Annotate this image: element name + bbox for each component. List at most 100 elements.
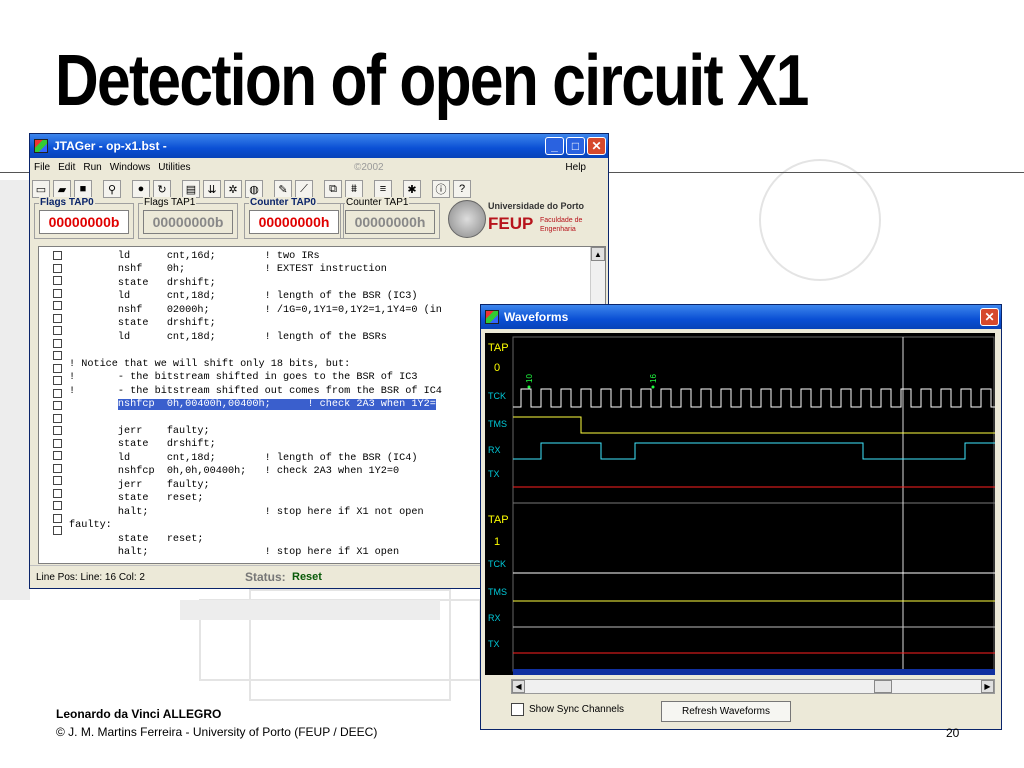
marker-label: 10 [525,374,534,383]
code-line[interactable]: nshfcp 0h,00400h,00400h; ! check 2A3 whe… [69,398,442,411]
breakpoint-checkbox[interactable] [53,301,62,310]
highlighted-code[interactable]: nshfcp 0h,00400h,00400h; ! check 2A3 whe… [117,398,436,410]
code-line[interactable] [69,411,442,424]
plot-border [512,336,995,672]
breakpoint-checkbox[interactable] [53,276,62,285]
breakpoint-checkbox[interactable] [53,351,62,360]
binary-icon[interactable]: ≡ [374,180,392,198]
signal-label-rx-tap0: RX [488,445,501,455]
minimize-button[interactable]: _ [545,137,564,155]
breakpoint-checkbox[interactable] [53,526,62,535]
code-line[interactable]: ! Notice that we will shift only 18 bits… [69,358,442,371]
breakpoint-checkbox[interactable] [53,513,62,523]
code-line[interactable]: state reset; [69,492,442,505]
scroll-up-icon[interactable]: ▲ [591,247,605,261]
code-line[interactable]: ld cnt,18d; ! length of the BSR (IC3) [69,290,442,303]
save-icon[interactable]: ■ [74,180,92,198]
analyzer-icon[interactable]: ⧉ [324,180,342,198]
breakpoint-checkbox[interactable] [53,338,62,348]
code-line[interactable]: halt; ! stop here if X1 open [69,546,442,559]
code-line[interactable]: ! - the bitstream shifted in goes to the… [69,371,442,384]
breakpoint-checkbox[interactable] [53,388,62,398]
scroll-left-icon[interactable]: ◀ [512,680,525,693]
open-folder-icon[interactable]: ▰ [53,180,71,198]
info-icon[interactable]: ⓘ [432,180,450,198]
reload-icon[interactable]: ↻ [153,180,171,198]
step-icon[interactable]: ⇊ [203,180,221,198]
new-icon[interactable]: ▭ [32,180,50,198]
breakpoint-checkbox[interactable] [53,488,62,498]
breakpoint-checkbox[interactable] [53,326,62,335]
breakpoint-checkbox[interactable] [53,463,62,473]
code-line[interactable]: ld cnt,18d; ! length of the BSR (IC4) [69,452,442,465]
bug-icon[interactable]: ✱ [403,180,421,198]
breakpoint-checkbox[interactable] [53,413,62,423]
scroll-right-icon[interactable]: ▶ [981,680,994,693]
menu-file[interactable]: File [34,162,50,173]
maximize-button[interactable]: □ [566,137,585,155]
flags-tap1-group: Flags TAP1 00000000b [138,197,238,239]
find-icon[interactable]: ⚲ [103,180,121,198]
debug-icon[interactable]: ✲ [224,180,242,198]
waveform-hscrollbar[interactable]: ◀ ▶ [511,679,995,694]
help-icon[interactable]: ? [453,180,471,198]
waveform-display[interactable]: TAP 0 TAP 1 TCK TCK TMS TMS RX RX TX TX 10 16 [485,333,995,675]
code-line[interactable]: ld cnt,18d; ! length of the BSRs [69,331,442,344]
breakpoint-checkbox[interactable] [53,438,62,448]
breakpoint-checkbox[interactable] [53,263,62,273]
code-line[interactable]: nshf 02000h; ! /1G=0,1Y1=0,1Y2=1,1Y4=0 (… [69,304,442,317]
pencil-icon[interactable]: ✎ [274,180,292,198]
breakpoint-checkbox[interactable] [53,313,62,323]
code-line[interactable]: nshfcp 0h,0h,00400h; ! check 2A3 when 1Y… [69,465,442,478]
code-line[interactable]: faulty: [69,519,442,532]
refresh-waveforms-button[interactable]: Refresh Waveforms [661,701,791,722]
code-line[interactable]: state drshift; [69,438,442,451]
breakpoint-checkbox[interactable] [53,401,62,410]
menu-utilities[interactable]: Utilities [158,162,190,173]
code-line[interactable]: state reset; [69,533,442,546]
code-line[interactable]: jerr faulty; [69,479,442,492]
code-line[interactable]: jerr faulty; [69,425,442,438]
probe-icon[interactable]: ⟋ [295,180,313,198]
menu-windows[interactable]: Windows [110,162,151,173]
show-sync-checkbox[interactable]: Show Sync Channels [511,703,624,716]
code-line[interactable]: halt; ! stop here if X1 not open [69,506,442,519]
tap0-label: TAP [488,342,509,354]
code-line[interactable] [69,344,442,357]
logo-university: Universidade do Porto [488,201,585,211]
waveforms-icon[interactable]: ⩩ [345,180,363,198]
load-icon[interactable]: ▤ [182,180,200,198]
breakpoint-checkbox[interactable] [53,451,62,460]
run-icon[interactable]: ● [132,180,150,198]
breakpoint-checkbox[interactable] [53,501,62,510]
breakpoint-checkbox[interactable] [53,251,62,260]
code-line[interactable]: nshf 0h; ! EXTEST instruction [69,263,442,276]
waveforms-close-button[interactable]: ✕ [980,308,999,326]
waveforms-titlebar[interactable]: Waveforms ✕ [481,305,1001,329]
tap1-number: 1 [494,536,500,548]
menu-edit[interactable]: Edit [58,162,75,173]
menu-copyright: ©2002 [354,161,384,173]
breakpoint-checkbox[interactable] [53,288,62,298]
scroll-thumb[interactable] [874,680,892,693]
code-line[interactable]: ld cnt,16d; ! two IRs [69,250,442,263]
menu-run[interactable]: Run [83,162,101,173]
code-line[interactable]: state drshift; [69,317,442,330]
code-lines[interactable]: ld cnt,16d; ! two IRs nshf 0h; ! EXTEST … [69,250,442,559]
waveforms-window[interactable]: Waveforms ✕ TAP 0 TAP 1 TCK TCK TMS TMS RX RX TX TX… [480,304,1002,730]
sync-checkbox-box[interactable] [511,703,524,716]
waveforms-title: Waveforms [504,310,569,324]
jtager-titlebar[interactable]: JTAGer - op-x1.bst - _ □ ✕ [30,134,608,158]
code-line[interactable]: ! - the bitstream shifted out comes from… [69,385,442,398]
breakpoint-checkbox[interactable] [53,376,62,385]
breakpoint-checkbox[interactable] [53,476,62,485]
menu-help[interactable]: Help [565,162,586,173]
signal-label-rx-tap1: RX [488,613,501,623]
breakpoint-checkbox[interactable] [53,426,62,435]
breakpoint-checkbox[interactable] [53,363,62,373]
code-line[interactable]: state drshift; [69,277,442,290]
stop-icon[interactable]: ◍ [245,180,263,198]
marker-dot [527,385,531,389]
status-value: Reset [292,571,322,583]
close-button[interactable]: ✕ [587,137,606,155]
